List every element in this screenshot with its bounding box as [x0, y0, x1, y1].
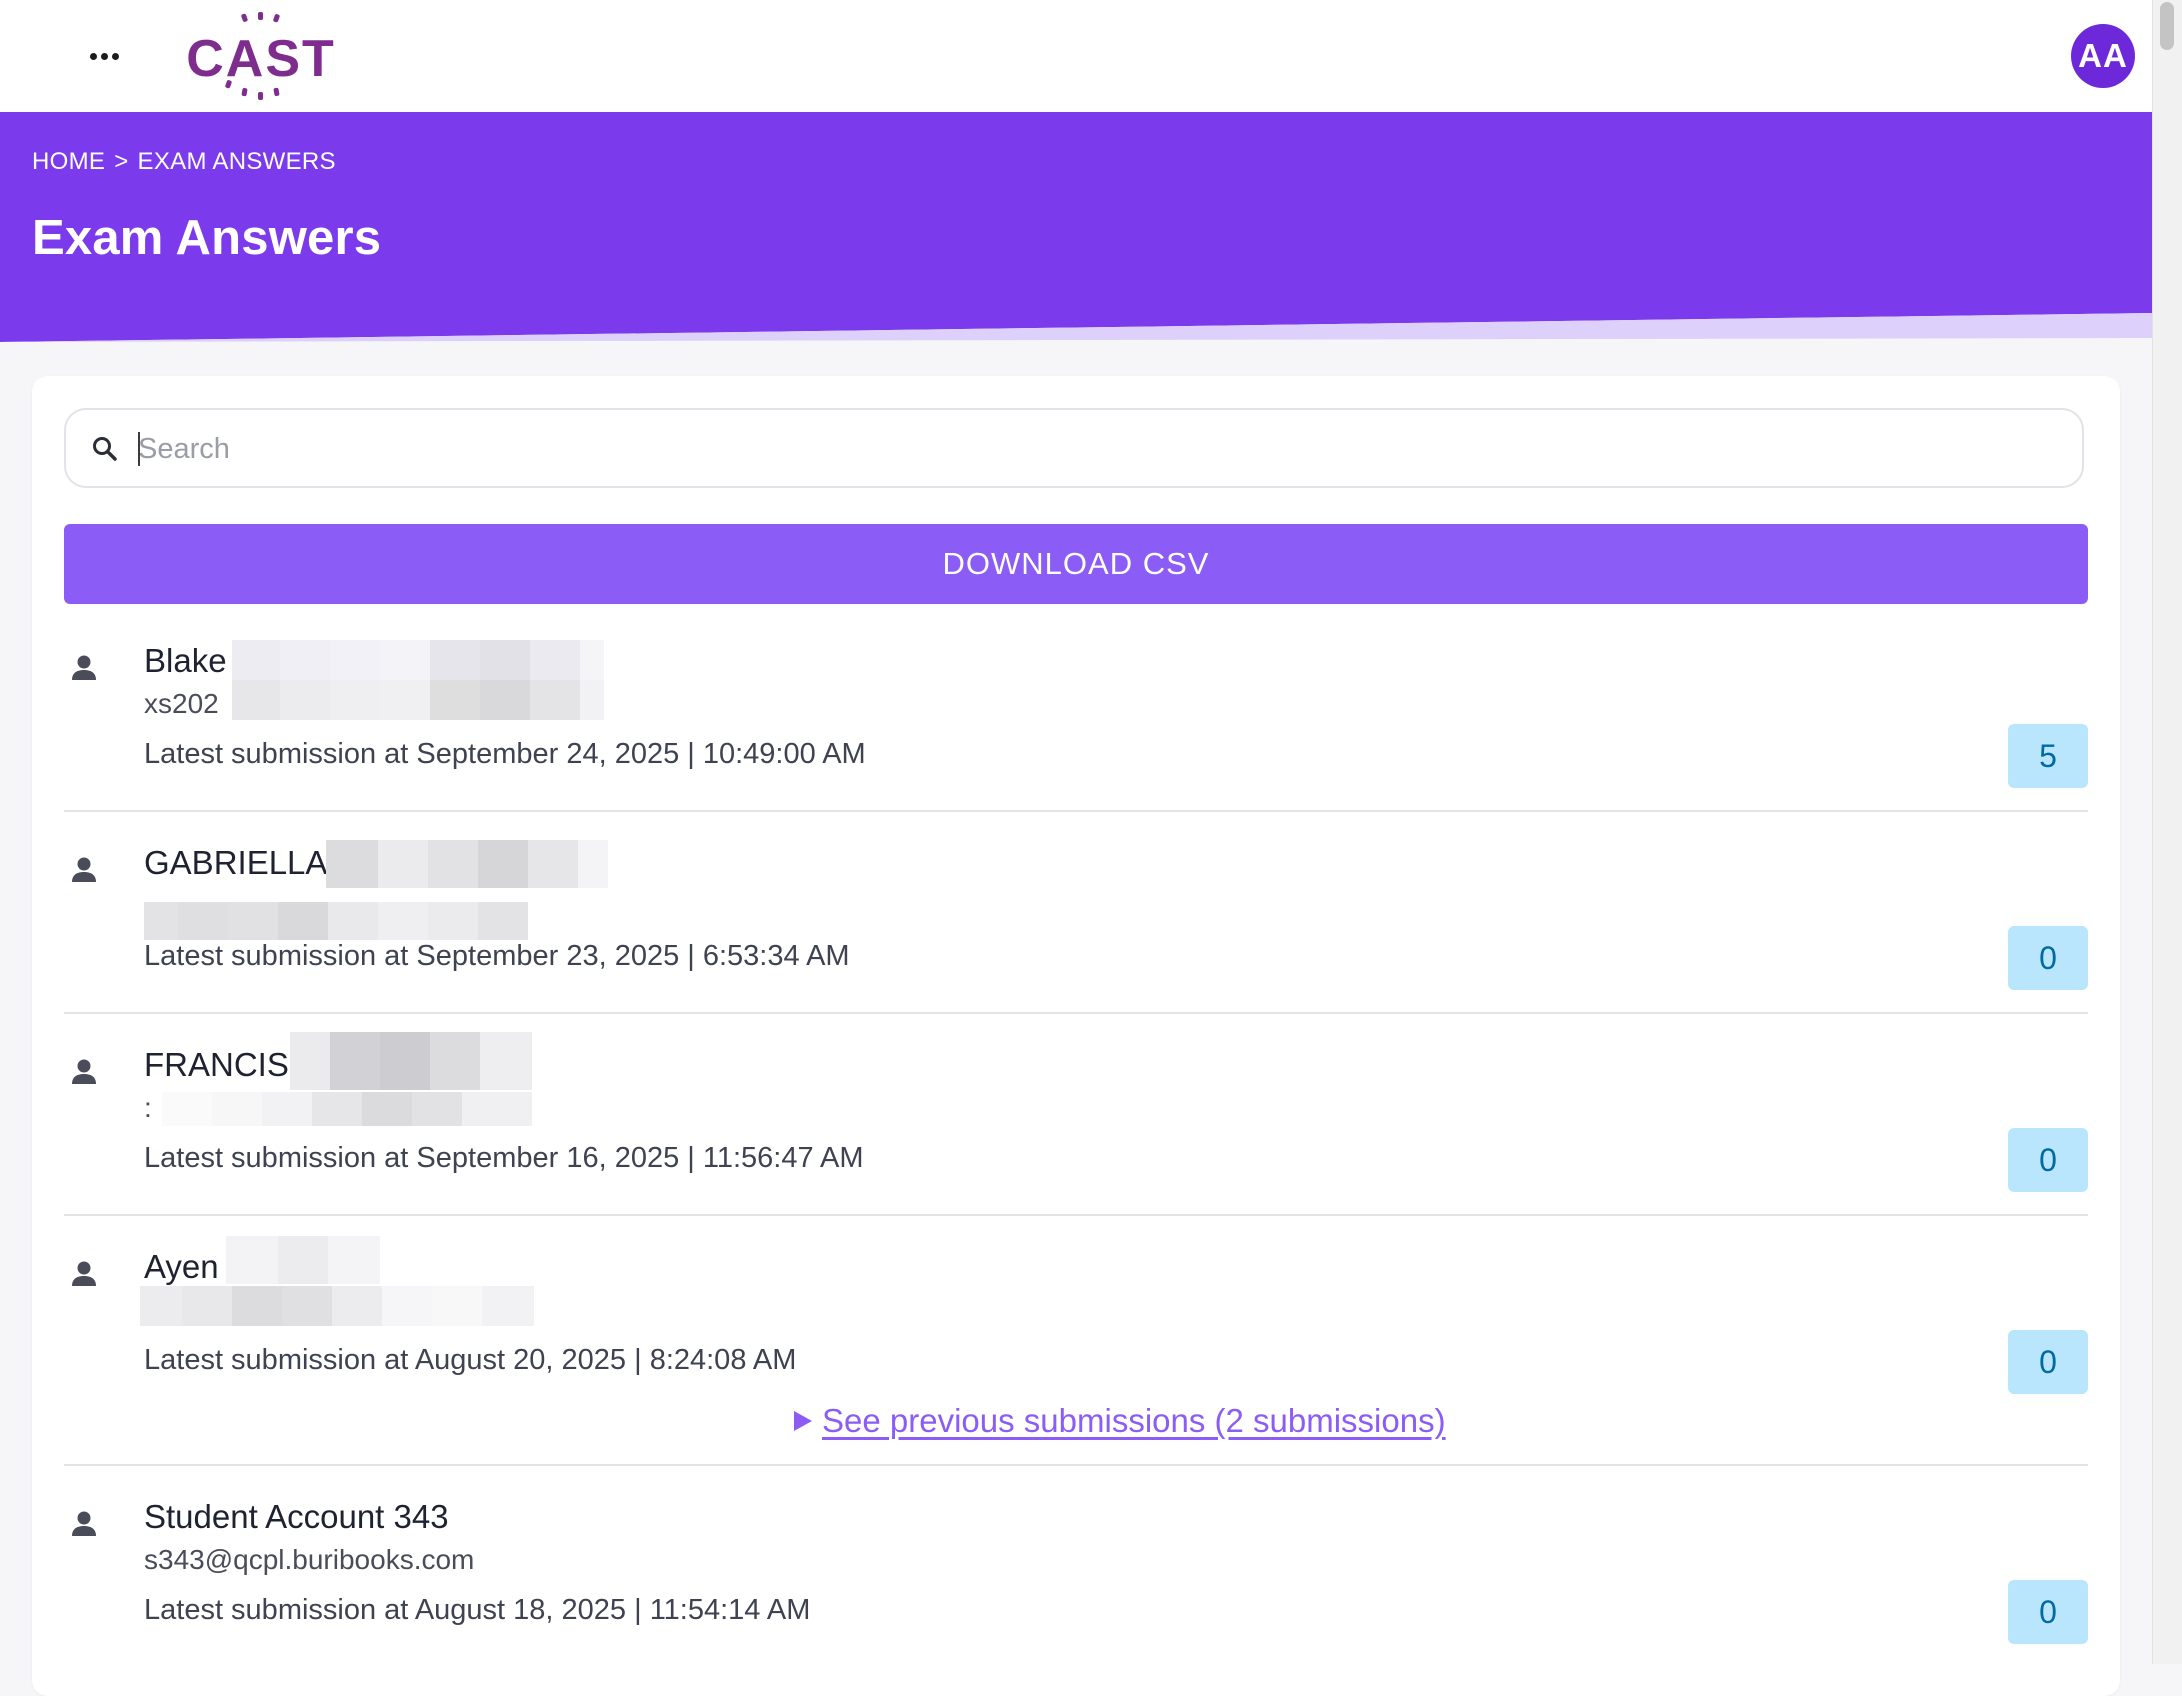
redacted-email-block [144, 902, 528, 940]
submission-row[interactable]: FRANCIS : Latest submission at September… [64, 1014, 2088, 1216]
person-icon [72, 1059, 96, 1084]
student-name: FRANCIS [144, 1046, 289, 1083]
redacted-email-block [140, 1286, 534, 1326]
top-bar: CAST AA [0, 0, 2152, 112]
logo-text: CAST [186, 30, 336, 88]
student-name: GABRIELLA [144, 844, 328, 881]
redacted-email-block [232, 680, 604, 720]
user-avatar[interactable]: AA [2071, 24, 2135, 88]
cast-logo-graphic: CAST [186, 12, 336, 100]
score-value: 0 [2039, 1593, 2057, 1630]
score-badge: 0 [2008, 926, 2088, 990]
submission-row[interactable]: Student Account 343 s343@qcpl.buribooks.… [64, 1466, 2088, 1666]
score-value: 5 [2039, 737, 2057, 774]
person-icon [72, 655, 96, 680]
redacted-name-block [326, 840, 608, 888]
person-icon [72, 857, 96, 882]
score-badge: 5 [2008, 724, 2088, 788]
breadcrumb-home-link[interactable]: HOME [32, 148, 105, 176]
search-field[interactable] [64, 408, 2084, 488]
breadcrumb-separator: > [114, 148, 129, 175]
text-caret [138, 432, 140, 466]
exam-answers-card: DOWNLOAD CSV Blake xs202 Latest submissi… [32, 376, 2120, 1696]
submission-row[interactable]: Ayen Latest submission at August 20, 202… [64, 1216, 2088, 1466]
page-scrollbar[interactable] [2152, 0, 2182, 1664]
latest-submission-text: Latest submission at September 23, 2025 … [144, 940, 850, 972]
breadcrumb: HOME > EXAM ANSWERS [32, 148, 336, 176]
score-badge: 0 [2008, 1128, 2088, 1192]
previous-submissions-label: See previous submissions (2 submissions) [822, 1402, 1446, 1439]
see-previous-submissions-link[interactable]: See previous submissions (2 submissions) [794, 1402, 1446, 1440]
redacted-name-block [232, 640, 604, 680]
latest-submission-text: Latest submission at August 18, 2025 | 1… [144, 1594, 811, 1626]
score-value: 0 [2039, 1141, 2057, 1178]
scrollbar-thumb[interactable] [2160, 2, 2174, 50]
page-header-banner: HOME > EXAM ANSWERS Exam Answers [0, 112, 2152, 342]
avatar-initials: AA [2078, 37, 2128, 74]
triangle-right-icon [794, 1411, 812, 1431]
download-csv-button[interactable]: DOWNLOAD CSV [64, 524, 2088, 604]
person-icon [72, 1511, 96, 1536]
redacted-email-block [162, 1092, 532, 1126]
student-email: s343@qcpl.buribooks.com [144, 1544, 475, 1575]
redacted-name-block [226, 1236, 380, 1284]
person-icon [72, 1261, 96, 1286]
student-name: Blake [144, 642, 227, 679]
submission-row[interactable]: Blake xs202 Latest submission at Septemb… [64, 640, 2088, 812]
score-value: 0 [2039, 939, 2057, 976]
student-email: xs202 [144, 688, 219, 719]
breadcrumb-current: EXAM ANSWERS [137, 148, 336, 175]
score-badge: 0 [2008, 1580, 2088, 1644]
score-badge: 0 [2008, 1330, 2088, 1394]
latest-submission-text: Latest submission at September 24, 2025 … [144, 738, 866, 770]
latest-submission-text: Latest submission at September 16, 2025 … [144, 1142, 864, 1174]
cast-logo[interactable]: CAST [186, 12, 336, 102]
submission-row[interactable]: GABRIELLA Latest submission at September… [64, 812, 2088, 1014]
score-value: 0 [2039, 1343, 2057, 1380]
more-menu-icon[interactable] [80, 40, 128, 72]
search-icon [93, 437, 117, 461]
student-name: Ayen [144, 1248, 219, 1285]
student-email: : [144, 1092, 152, 1123]
search-input[interactable] [136, 424, 2040, 474]
redacted-name-block [290, 1032, 532, 1090]
student-name: Student Account 343 [144, 1498, 449, 1535]
page-title: Exam Answers [32, 211, 382, 265]
latest-submission-text: Latest submission at August 20, 2025 | 8… [144, 1344, 797, 1376]
